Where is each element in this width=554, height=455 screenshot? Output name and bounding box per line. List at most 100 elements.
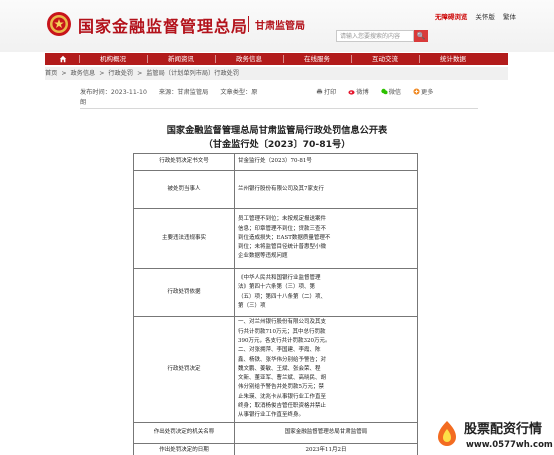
nav-divider bbox=[283, 55, 284, 63]
table-row: 主要违法违规事实 员工管理不到位；未按规定报送案件 信息；印章管理不到位；贷款三… bbox=[133, 208, 418, 269]
table-value-cell: 兰州银行股份有限公司及其7家支行 bbox=[234, 170, 418, 209]
table-label-cell: 行政处罚决定书文号 bbox=[133, 153, 235, 171]
table-label-cell: 行政处罚决定 bbox=[133, 316, 235, 423]
nav-item-government[interactable]: 政务信息 bbox=[217, 53, 281, 65]
penalty-info-table: 行政处罚决定书文号 甘金监行处（2023）70-81号 被处罚当事人 兰州银行股… bbox=[133, 153, 418, 455]
table-value-line: 2023年11月2日 bbox=[305, 446, 347, 453]
page: 国家金融监督管理总局 甘肃监管局 无障碍浏览 关怀版 繁体 请输入您要搜索的内容… bbox=[0, 0, 554, 455]
nav-item-statistics[interactable]: 统计数据 bbox=[421, 53, 485, 65]
weibo-share-button[interactable]: 微博 bbox=[348, 89, 369, 96]
table-value-line: 信息；印章管理不到位；贷款三查不 bbox=[238, 225, 327, 232]
table-value-line: 法》第四十六条第（三）项、第 bbox=[238, 284, 316, 291]
nav-home-icon[interactable] bbox=[53, 53, 73, 65]
publish-date: 发布时间：2023-11-10 bbox=[80, 89, 147, 96]
plus-icon bbox=[413, 88, 420, 95]
meta-divider bbox=[80, 108, 478, 109]
table-value-line: 国家金融监督管理总局甘肃监管局 bbox=[284, 429, 368, 436]
table-value-line: 鑫、杨铁、张华伟分别给予警告；对 bbox=[238, 356, 327, 363]
table-row: 行政处罚决定书文号 甘金监行处（2023）70-81号 bbox=[133, 153, 418, 171]
nav-divider bbox=[351, 55, 352, 63]
site-title[interactable]: 国家金融监督管理总局 bbox=[78, 13, 248, 37]
nav-item-online-service[interactable]: 在线服务 bbox=[285, 53, 349, 65]
table-label-cell: 作出处罚决定的机关名称 bbox=[133, 422, 235, 444]
table-value-cell: 《中华人民共和国银行业监督管理 法》第四十六条第（三）项、第 （五）项；第四十八… bbox=[234, 268, 418, 317]
nav-divider bbox=[79, 55, 80, 63]
site-subtitle: 甘肃监管局 bbox=[255, 21, 305, 32]
table-row: 作出处罚决定的日期 2023年11月2日 bbox=[133, 443, 418, 455]
table-label-cell: 被处罚当事人 bbox=[133, 170, 235, 209]
table-label-cell: 主要违法违规事实 bbox=[133, 208, 235, 269]
breadcrumb-separator: > bbox=[99, 70, 105, 77]
watermark-logo-icon bbox=[438, 421, 456, 446]
more-share-button[interactable]: 更多 bbox=[413, 88, 433, 96]
table-value-line: 终身；取消杨俊吉管任职资格并禁止 bbox=[238, 403, 327, 410]
table-value-line: 二、对张拥萍、李国建、李霞、陈 bbox=[238, 347, 321, 354]
table-value-line: 兰州银行股份有限公司及其7家支行 bbox=[238, 185, 325, 192]
nav-divider bbox=[147, 55, 148, 63]
wechat-share-button[interactable]: 微信 bbox=[381, 88, 401, 96]
table-value-line: 止朱瑛、沈兆卡从事银行业工作直至 bbox=[238, 393, 327, 400]
table-value-cell: 国家金融监督管理总局甘肃监管局 bbox=[234, 422, 418, 444]
table-value-cell: 甘金监行处（2023）70-81号 bbox=[234, 153, 418, 171]
nav-item-about[interactable]: 机构概况 bbox=[81, 53, 145, 65]
table-value-line: 从事银行业工作直至终身。 bbox=[238, 412, 305, 419]
table-value-line: 390万元，各支行共计罚款320万元。 bbox=[238, 337, 331, 344]
watermark-url: www.0577wh.com bbox=[466, 440, 553, 450]
breadcrumb-item[interactable]: 政务信息 bbox=[71, 70, 96, 77]
print-button[interactable]: 打印 bbox=[316, 88, 336, 96]
table-value-cell: 2023年11月2日 bbox=[234, 443, 418, 455]
watermark: 股票配资行情 www.0577wh.com bbox=[428, 413, 554, 455]
site-header: 国家金融监督管理总局 甘肃监管局 无障碍浏览 关怀版 繁体 请输入您要搜索的内容… bbox=[0, 0, 554, 52]
breadcrumb-separator: > bbox=[61, 70, 67, 77]
watermark-title: 股票配资行情 bbox=[464, 422, 543, 437]
table-value-line: 《中华人民共和国银行业监督管理 bbox=[238, 274, 321, 281]
top-links: 无障碍浏览 关怀版 繁体 bbox=[429, 11, 516, 21]
article-subtitle: （甘金监行处〔2023〕70-81号） bbox=[203, 139, 351, 150]
search-input[interactable]: 请输入您要搜索的内容 bbox=[336, 30, 414, 42]
table-row: 被处罚当事人 兰州银行股份有限公司及其7家支行 bbox=[133, 170, 418, 209]
nav-divider bbox=[215, 55, 216, 63]
breadcrumb-separator: > bbox=[137, 70, 143, 77]
article-title: 国家金融监督管理总局甘肃监管局行政处罚信息公开表 bbox=[166, 125, 388, 136]
table-value-cell: 员工管理不到位；未按规定报送案件 信息；印章管理不到位；贷款三查不 到位造成损失… bbox=[234, 208, 418, 269]
table-value-line: （五）项；第四十八条第（二）项、 bbox=[238, 293, 327, 300]
article-source: 来源：甘肃监管局 bbox=[158, 89, 209, 96]
table-label-cell: 行政处罚依据 bbox=[133, 268, 235, 317]
table-row: 行政处罚决定 一、对兰州银行股份有限公司及其支 行共计罚款710万元；其中总行罚… bbox=[133, 316, 418, 423]
table-label-cell: 作出处罚决定的日期 bbox=[133, 443, 235, 455]
table-value-line: 伟分别给予警告并处罚款5万元；禁 bbox=[238, 384, 325, 391]
table-value-line: 魏文鹏、姜敏、王斌、张会荣、程 bbox=[238, 365, 321, 372]
table-row: 作出处罚决定的机关名称 国家金融监督管理总局甘肃监管局 bbox=[133, 422, 418, 444]
nav-item-interaction[interactable]: 互动交流 bbox=[353, 53, 417, 65]
share-bar: 打印 微博 微信 更多 bbox=[306, 87, 433, 96]
nav-item-news[interactable]: 新闻资讯 bbox=[149, 53, 213, 65]
article-type: 文章类型：原 bbox=[220, 89, 258, 96]
table-value-line: 企业数据等违规问题 bbox=[238, 253, 288, 260]
table-value-line: 一、对兰州银行股份有限公司及其支 bbox=[238, 319, 327, 326]
table-value-cell: 一、对兰州银行股份有限公司及其支 行共计罚款710万元；其中总行罚款 390万元… bbox=[234, 316, 418, 423]
breadcrumb-item[interactable]: 监管局（计划单列市局）行政处罚 bbox=[146, 70, 239, 77]
table-row: 行政处罚依据 《中华人民共和国银行业监督管理 法》第四十六条第（三）项、第 （五… bbox=[133, 268, 418, 317]
article-meta: 发布时间：2023-11-10 来源：甘肃监管局 文章类型：原 bbox=[80, 87, 267, 96]
traditional-chinese-link[interactable]: 繁体 bbox=[503, 13, 516, 21]
title-divider bbox=[248, 16, 249, 32]
table-value-line: 甘金监行处（2023）70-81号 bbox=[238, 158, 312, 165]
table-value-line: 员工管理不到位；未按规定报送案件 bbox=[238, 216, 327, 223]
weibo-icon bbox=[348, 90, 355, 95]
care-mode-link[interactable]: 关怀版 bbox=[475, 13, 495, 21]
publish-date-tail: 朗 bbox=[80, 99, 87, 106]
table-value-line: 第（三）项 bbox=[238, 302, 266, 309]
breadcrumb-item[interactable]: 首页 bbox=[45, 70, 57, 77]
search-button[interactable]: 🔍 bbox=[414, 30, 428, 42]
table-value-line: 到位；未将监管目径统计普惠型小微 bbox=[238, 244, 327, 251]
wechat-icon bbox=[381, 88, 388, 95]
accessibility-link[interactable]: 无障碍浏览 bbox=[435, 13, 468, 21]
table-value-line: 到位造成损失；EAST数据质量管理不 bbox=[238, 234, 331, 241]
national-emblem-icon bbox=[47, 12, 71, 36]
nav-divider bbox=[419, 55, 420, 63]
breadcrumb-item[interactable]: 行政处罚 bbox=[108, 70, 133, 77]
breadcrumb: 首页 > 政务信息 > 行政处罚 > 监管局（计划单列市局）行政处罚 bbox=[45, 67, 508, 80]
print-icon bbox=[316, 88, 323, 95]
table-value-line: 文新、董亚军、曹兰斌、高晓民、胡 bbox=[238, 375, 327, 382]
main-nav: 机构概况 新闻资讯 政务信息 在线服务 互动交流 统计数据 bbox=[45, 53, 508, 65]
